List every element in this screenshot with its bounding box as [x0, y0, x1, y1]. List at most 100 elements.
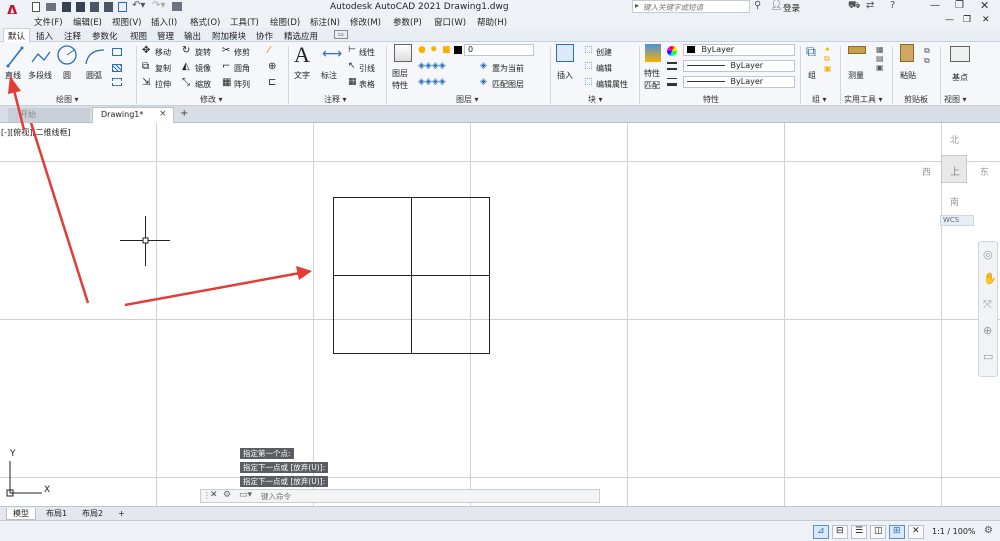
wcs-menu[interactable]: WCS — [940, 215, 974, 226]
command-close-icon[interactable]: ✕ — [210, 490, 218, 500]
restore-icon[interactable]: ❐ — [955, 0, 964, 11]
arc-button[interactable]: 圆弧 — [86, 70, 102, 81]
layer-tool-icon[interactable]: ◈◈◈◈ — [418, 61, 446, 71]
paste-button[interactable]: 粘贴 — [900, 70, 916, 81]
edit-attributes-button[interactable]: 编辑属性 — [596, 79, 628, 90]
circle-button[interactable]: 圆 — [63, 70, 71, 81]
showmotion-icon[interactable]: ▭ — [983, 350, 993, 363]
copy-button[interactable]: 复制 — [155, 63, 171, 74]
drawing-canvas[interactable]: [-][俯视][二维线框] Y X 北 西 东 南 上 WCS ◎ ✋ ⤧ ⊕ … — [0, 123, 1000, 506]
boundary-icon[interactable] — [112, 78, 122, 86]
tab-layout1[interactable]: 布局1 — [40, 508, 73, 520]
tab-collaborate[interactable]: 协作 — [256, 30, 273, 42]
menu-format[interactable]: 格式(O) — [190, 16, 220, 28]
calculator-icon[interactable]: ▦ ▤ ▣ — [876, 45, 884, 72]
modify-panel-title[interactable]: 修改 ▾ — [200, 94, 223, 105]
properties-panel-title[interactable]: 特性 — [703, 94, 719, 105]
steering-wheel-icon[interactable]: ◎ — [983, 248, 993, 261]
menu-parametric[interactable]: 参数(P) — [393, 16, 422, 28]
text-button[interactable]: 文字 — [294, 70, 310, 81]
menu-insert[interactable]: 插入(I) — [151, 16, 177, 28]
tab-manage[interactable]: 管理 — [157, 30, 174, 42]
viewcube-west[interactable]: 西 — [922, 165, 931, 178]
login-link[interactable]: 登录 — [783, 2, 800, 14]
insert-button[interactable]: 插入 — [557, 70, 573, 81]
open-web-icon[interactable] — [90, 2, 99, 12]
trim-button[interactable]: 修剪 — [234, 47, 250, 58]
layers-panel-title[interactable]: 图层 ▾ — [456, 94, 479, 105]
fillet-button[interactable]: 圆角 — [234, 63, 250, 74]
base-view-button[interactable]: 基点 — [952, 72, 968, 83]
tab-parametric[interactable]: 参数化 — [92, 30, 118, 42]
sun-icon[interactable]: ✹ — [430, 45, 438, 55]
tab-model[interactable]: 模型 — [6, 508, 36, 520]
edit-button[interactable]: 编辑 — [596, 63, 612, 74]
layer-tool2-icon[interactable]: ◈◈◈◈ — [418, 77, 446, 87]
menu-dimension[interactable]: 标注(N) — [310, 16, 340, 28]
block-panel-title[interactable]: 块 ▾ — [588, 94, 603, 105]
utilities-panel-title[interactable]: 实用工具 ▾ — [844, 94, 883, 105]
color-wheel-icon[interactable] — [667, 46, 677, 56]
add-layout-icon[interactable]: + — [112, 508, 131, 520]
tab-featured-apps[interactable]: 精选应用 — [284, 30, 318, 42]
group-button[interactable]: 组 — [808, 70, 816, 81]
user-icon[interactable]: 👤︎ — [770, 0, 783, 11]
lineweight-dropdown[interactable]: ByLayer — [683, 76, 795, 88]
linetype-dropdown[interactable]: ByLayer — [683, 60, 795, 72]
new-file-icon[interactable] — [32, 2, 40, 12]
layer-properties-button[interactable]: 图层 特性 — [392, 68, 408, 92]
lightbulb-icon[interactable]: ● — [418, 45, 426, 55]
tab-close-icon[interactable]: × — [159, 109, 167, 119]
tab-view[interactable]: 视图 — [130, 30, 147, 42]
view-panel-title[interactable]: 视图 ▾ — [944, 94, 967, 105]
settings-gear-icon[interactable]: ⚙ — [984, 525, 993, 536]
tab-addins[interactable]: 附加模块 — [212, 30, 246, 42]
hatch-icon[interactable] — [112, 64, 122, 72]
copy-clip-icon[interactable]: ⧉ ⧉ — [924, 46, 930, 66]
offset-icon[interactable]: ⊏ — [268, 77, 276, 88]
grid-toggle[interactable]: ⊿ — [813, 525, 829, 539]
pan-icon[interactable]: ✋ — [983, 272, 997, 285]
tab-annotate[interactable]: 注释 — [64, 30, 81, 42]
menu-draw[interactable]: 绘图(D) — [270, 16, 300, 28]
doc-close-icon[interactable]: ✕ — [982, 15, 990, 25]
save-web-icon[interactable] — [104, 2, 113, 12]
table-button[interactable]: 表格 — [359, 79, 375, 90]
cart-icon[interactable]: ⛟ — [848, 0, 861, 13]
command-recent-icon[interactable]: ▭▾ — [239, 490, 252, 500]
redo-icon[interactable]: ↷▾ — [152, 0, 165, 11]
exchange-icon[interactable]: ⇄ — [866, 0, 874, 11]
viewcube-east[interactable]: 东 — [980, 165, 989, 178]
rotate-button[interactable]: 旋转 — [195, 47, 211, 58]
viewcube[interactable]: 北 西 东 南 上 WCS — [916, 129, 996, 229]
array-button[interactable]: 阵列 — [234, 79, 250, 90]
move-button[interactable]: 移动 — [155, 47, 171, 58]
group-tools-icon[interactable]: ✦ ⧉ ▣ — [824, 45, 832, 73]
command-settings-icon[interactable]: ⚙ — [223, 490, 231, 500]
scale-button[interactable]: 缩放 — [195, 79, 211, 90]
menu-modify[interactable]: 修改(M) — [350, 16, 381, 28]
annotation-panel-title[interactable]: 注释 ▾ — [324, 94, 347, 105]
polyline-icon[interactable] — [30, 48, 52, 66]
groups-panel-title[interactable]: 组 ▾ — [812, 94, 827, 105]
menu-view[interactable]: 视图(V) — [112, 16, 141, 28]
match-layer-button[interactable]: 匹配图层 — [492, 79, 524, 90]
search-icon[interactable]: ⚲ — [754, 0, 761, 11]
leader-button[interactable]: 引线 — [359, 63, 375, 74]
tab-insert[interactable]: 插入 — [36, 30, 53, 42]
linetype-icon[interactable] — [667, 62, 677, 70]
viewcube-south[interactable]: 南 — [950, 195, 959, 208]
layer-color-icon[interactable] — [454, 46, 462, 54]
ortho-toggle[interactable]: ☰ — [851, 525, 867, 539]
erase-icon[interactable]: ⁄ — [268, 45, 270, 56]
ribbon-toggle-icon[interactable]: ▭ — [334, 30, 348, 39]
line-icon[interactable] — [6, 46, 24, 68]
help-icon[interactable]: ? — [890, 0, 895, 11]
menu-help[interactable]: 帮助(H) — [477, 16, 507, 28]
orbit-icon[interactable]: ⊕ — [983, 324, 992, 337]
menu-tools[interactable]: 工具(T) — [230, 16, 259, 28]
draw-panel-title[interactable]: 绘图 ▾ — [56, 94, 79, 105]
command-input[interactable] — [261, 491, 591, 502]
set-current-button[interactable]: 置为当前 — [492, 63, 524, 74]
save-as-icon[interactable] — [76, 2, 85, 12]
